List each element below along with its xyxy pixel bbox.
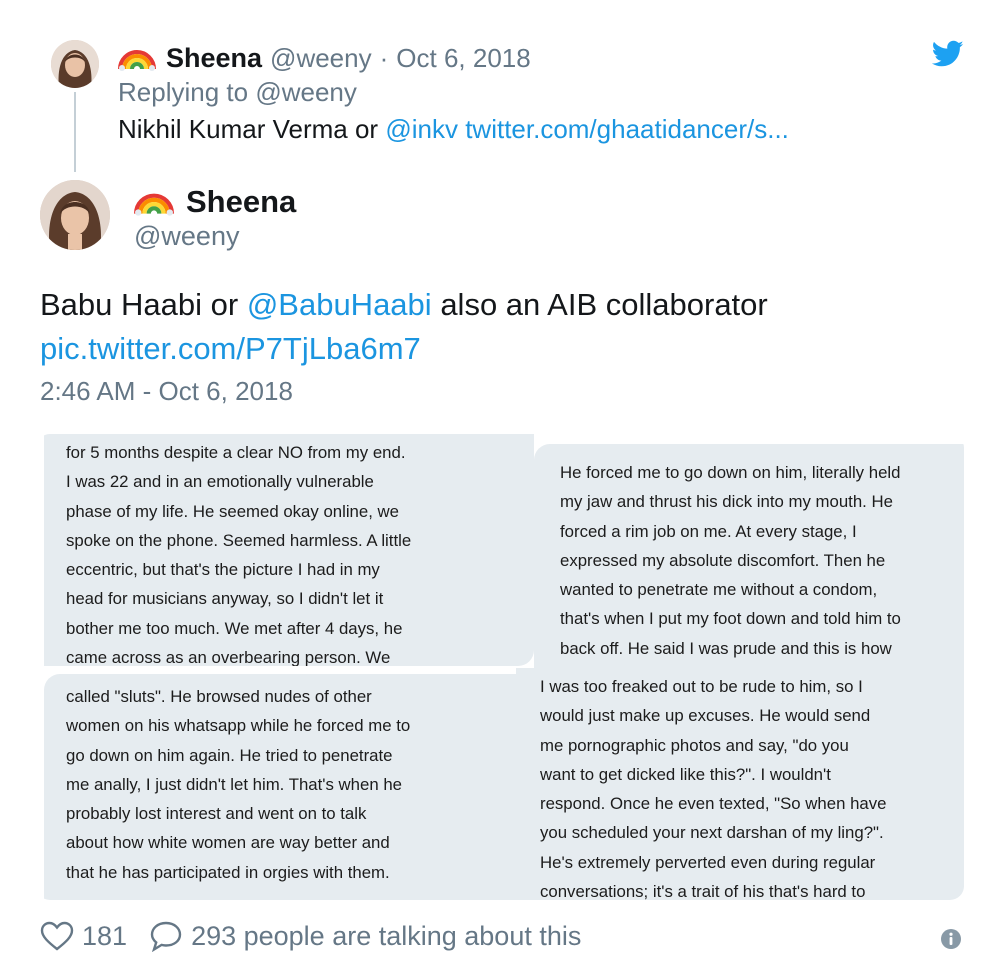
screenshot-line: that's when I put my foot down and told … [560,609,901,629]
media-grid[interactable]: for 5 months despite a clear NO from my … [36,434,964,900]
parent-handle[interactable]: @weeny [270,43,372,74]
screenshot-line: I was 22 and in an emotionally vulnerabl… [66,472,374,492]
screenshot-line: me anally, I just didn't let him. That's… [66,774,402,794]
tweet-mention-link[interactable]: @BabuHaabi [247,287,432,322]
screenshot-line: my jaw and thrust his dick into my mouth… [560,492,893,512]
parent-mention-link[interactable]: @inkv [385,114,458,144]
author-handle[interactable]: @weeny [134,221,239,252]
tweet-text: Babu Haabi or @BabuHaabi also an AIB col… [40,283,940,371]
author-avatar[interactable] [40,180,110,250]
screenshot-line: back off. He said I was prude and this i… [560,638,892,658]
parent-display-name[interactable]: Sheena [166,43,262,74]
screenshot-line: you scheduled your next darshan of my li… [540,823,884,843]
screenshot-line: wanted to penetrate me without a condom, [560,580,878,600]
author-header: Sheena [134,178,296,226]
screenshot-image[interactable]: He forced me to go down on him, literall… [534,444,964,674]
parent-url-link[interactable]: twitter.com/ghaatidancer/s... [465,114,789,144]
parent-avatar[interactable] [51,40,99,88]
screenshot-image[interactable]: for 5 months despite a clear NO from my … [44,434,534,666]
screenshot-line: called "sluts". He browsed nudes of othe… [66,687,372,706]
tweet-text-suffix: also an AIB collaborator [440,287,768,322]
screenshot-line: me pornographic photos and say, "do you [540,735,849,755]
parent-separator: · [379,42,389,73]
tweet-actions: 181 293 people are talking about this [40,916,581,956]
talking-count[interactable]: 293 people are talking about this [191,921,581,952]
screenshot-line: go down on him again. He tried to penetr… [66,745,393,765]
screenshot-image[interactable]: called "sluts". He browsed nudes of othe… [44,674,534,900]
screenshot-line: forced a rim job on me. At every stage, … [560,521,857,541]
screenshot-line: about how white women are way better and [66,833,390,853]
rainbow-emoji [134,188,174,216]
screenshot-line: He's extremely perverted even during reg… [540,852,876,872]
info-icon[interactable] [940,928,962,950]
screenshot-line: spoke on the phone. Seemed harmless. A l… [66,530,412,550]
screenshot-line: for 5 months despite a clear NO from my … [66,443,406,462]
author-display-name[interactable]: Sheena [186,184,296,220]
screenshot-line: conversations; it's a trait of his that'… [540,882,866,900]
parent-date[interactable]: Oct 6, 2018 [396,43,530,74]
screenshot-line: respond. Once he even texted, "So when h… [540,794,887,814]
tweet-pic-link[interactable]: pic.twitter.com/P7TjLba6m7 [40,331,421,366]
screenshot-line: I was too freaked out to be rude to him,… [540,677,863,696]
screenshot-line: head for musicians anyway, so I didn't l… [66,589,384,609]
replying-to-line: Replying to @weeny [118,77,357,108]
screenshot-line: phase of my life. He seemed okay online,… [66,501,400,521]
parent-header: Sheena @weeny · Oct 6, 2018 [118,38,531,78]
rainbow-emoji [118,45,156,71]
screenshot-line: eccentric, but that's the picture I had … [66,560,380,580]
like-count[interactable]: 181 [82,921,127,952]
tweet-text-prefix: Babu Haabi or [40,287,239,322]
replying-handle[interactable]: @weeny [255,77,357,107]
screenshot-line: would just make up excuses. He would sen… [540,706,871,726]
screenshot-line: that he has participated in orgies with … [66,862,390,882]
screenshot-line: expressed my absolute discomfort. Then h… [560,550,886,570]
heart-icon[interactable] [40,921,74,951]
speech-bubble-icon[interactable] [149,920,183,952]
screenshot-line: bother me too much. We met after 4 days,… [66,618,403,638]
tweet-timestamp[interactable]: 2:46 AM - Oct 6, 2018 [40,376,293,407]
screenshot-line: He forced me to go down on him, literall… [560,463,901,482]
screenshot-image[interactable]: I was too freaked out to be rude to him,… [516,668,964,900]
screenshot-line: want to get dicked like this?". I wouldn… [540,764,831,784]
parent-tweet-text: Nikhil Kumar Verma or @inkv twitter.com/… [118,114,789,145]
twitter-bird-icon[interactable] [931,40,964,68]
replying-prefix: Replying to [118,77,249,107]
screenshot-line: came across as an overbearing person. We [66,648,391,666]
screenshot-line: women on his whatsapp while he forced me… [66,716,411,736]
screenshot-line: probably lost interest and went on to ta… [66,804,367,824]
thread-connector [74,92,76,172]
parent-text-prefix: Nikhil Kumar Verma or [118,114,379,144]
